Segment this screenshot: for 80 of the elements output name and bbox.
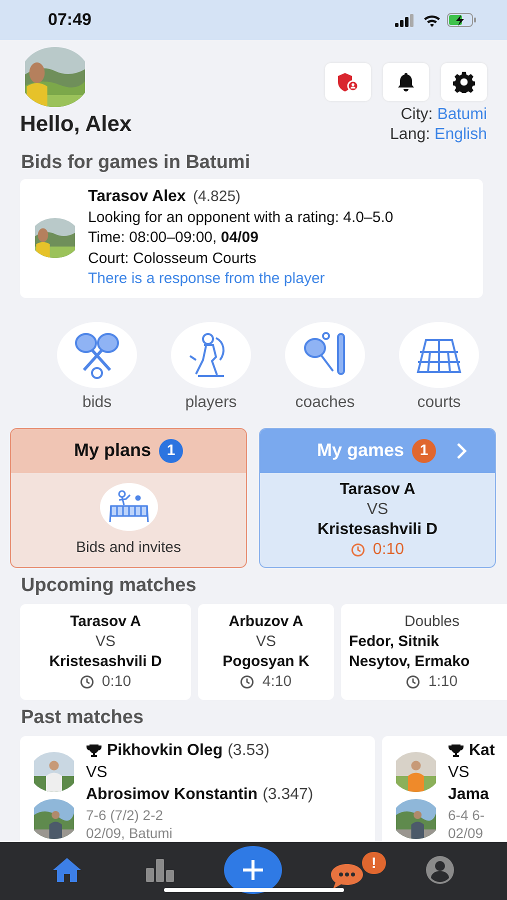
clock-icon xyxy=(240,674,254,688)
player-name: Arbuzov A xyxy=(228,612,304,632)
player-name: Tarasov A xyxy=(340,480,416,500)
clock-icon xyxy=(80,674,94,688)
section-title: Upcoming matches xyxy=(20,574,198,598)
match-card[interactable]: Pikhovkin Oleg (3.53) VS Abrosimov Konstantin (3.347) 7-6 (7/2) 2-2 02/09, Batumi xyxy=(20,736,375,840)
chevron-right-icon xyxy=(456,442,468,460)
city-label: City: xyxy=(400,106,433,123)
category-label: bids xyxy=(82,394,112,412)
versus-text: VS xyxy=(448,762,470,782)
match-card[interactable]: Doubles Fedor, Sitnik Nesytov, Ermako 1:10 xyxy=(341,604,507,700)
match-time: 0:10 xyxy=(372,540,404,560)
player-name: Tarasov Alex xyxy=(88,188,186,205)
match-time: 0:10 xyxy=(102,672,132,692)
versus-text: VS xyxy=(95,632,116,652)
versus-text: VS xyxy=(86,762,108,782)
match-time: 4:10 xyxy=(262,672,292,692)
home-icon xyxy=(52,857,82,883)
shield-button[interactable] xyxy=(325,63,371,101)
plus-icon xyxy=(241,858,266,882)
player-name: Abrosimov Konstantin xyxy=(86,784,258,804)
chat-bubble-icon xyxy=(330,862,364,890)
alert-badge: ! xyxy=(362,852,386,874)
match-card[interactable]: Arbuzov A VS Pogosyan K 4:10 xyxy=(198,604,334,700)
clock-icon xyxy=(350,542,365,556)
player-rating: (3.53) xyxy=(228,740,270,760)
section-title: Past matches xyxy=(20,706,145,730)
versus-text: VS xyxy=(256,632,276,652)
clock-icon xyxy=(406,674,420,688)
language-label: Lang: xyxy=(390,126,430,143)
bell-icon xyxy=(397,72,415,92)
plans-label: Bids and invites xyxy=(76,539,182,556)
battery-icon xyxy=(447,13,477,27)
count-badge: 1 xyxy=(159,438,184,462)
count-badge: 1 xyxy=(412,438,436,462)
player-name: Jama xyxy=(448,784,489,804)
match-time: 1:10 xyxy=(428,672,458,692)
section-title: Bids for games in Batumi xyxy=(20,151,252,175)
bid-card[interactable]: Tarasov Alex (4.825) Looking for an opponent with a rating: 4.0–5.0 Time: 08:00–09:00, 04/09 Court: Colosseum Courts There is a response from the player xyxy=(20,179,483,298)
trophy-icon xyxy=(86,744,102,758)
greeting: Hello, Alex xyxy=(20,111,132,137)
player-rating: (4.825) xyxy=(193,188,241,205)
plans-title: My plans xyxy=(74,440,152,461)
games-card[interactable]: My games 1 Tarasov A VS Kristesashvili D 0:10 xyxy=(259,428,496,568)
match-score: 7-6 (7/2) 2-2 xyxy=(86,806,164,824)
bar-chart-icon xyxy=(145,858,176,882)
player-name: Pogosyan K xyxy=(222,652,310,672)
clock-time: 07:49 xyxy=(48,10,92,30)
settings-icon xyxy=(453,71,475,93)
bid-detail: Court: Colosseum Courts xyxy=(88,248,258,268)
category-label: courts xyxy=(417,394,461,412)
player-name: Kristesashvili D xyxy=(49,652,162,672)
versus-text: VS xyxy=(366,500,388,520)
player-name: Kat xyxy=(469,740,495,760)
match-card[interactable]: Tarasov A VS Kristesashvili D 0:10 xyxy=(20,604,191,700)
games-title: My games xyxy=(316,440,404,461)
response-link[interactable]: There is a response from the player xyxy=(88,269,394,290)
match-type: Doubles xyxy=(404,612,460,632)
trophy-icon xyxy=(448,744,464,758)
shield-icon xyxy=(337,72,359,92)
match-info: 02/09, Batumi xyxy=(86,824,174,840)
player-name: Fedor, Sitnik xyxy=(349,632,440,652)
player-name: Nesytov, Ermako xyxy=(349,652,470,672)
player-name: Tarasov A xyxy=(70,612,141,632)
player-name: Kristesashvili D xyxy=(317,520,438,540)
category-label: players xyxy=(185,394,237,412)
wifi-icon xyxy=(423,14,441,26)
match-card[interactable]: Kat VS Jama 6-4 6- 02/09 xyxy=(382,736,507,840)
match-score: 6-4 6- xyxy=(448,806,486,824)
profile-icon xyxy=(425,855,456,885)
settings-button[interactable] xyxy=(441,63,487,101)
category-label: coaches xyxy=(295,394,355,412)
player-rating: (3.347) xyxy=(262,784,314,804)
tennis-net-icon xyxy=(108,490,150,524)
match-info: 02/09 xyxy=(448,824,484,840)
plans-card[interactable]: My plans 1 Bids and invites xyxy=(10,428,247,568)
notifications-button[interactable] xyxy=(383,63,429,101)
bid-detail: Time: 08:00–09:00, 04/09 xyxy=(88,228,260,248)
player-name: Pikhovkin Oleg xyxy=(107,740,223,760)
bid-detail: Looking for an opponent with a rating: 4.0–5.0 xyxy=(88,208,394,228)
